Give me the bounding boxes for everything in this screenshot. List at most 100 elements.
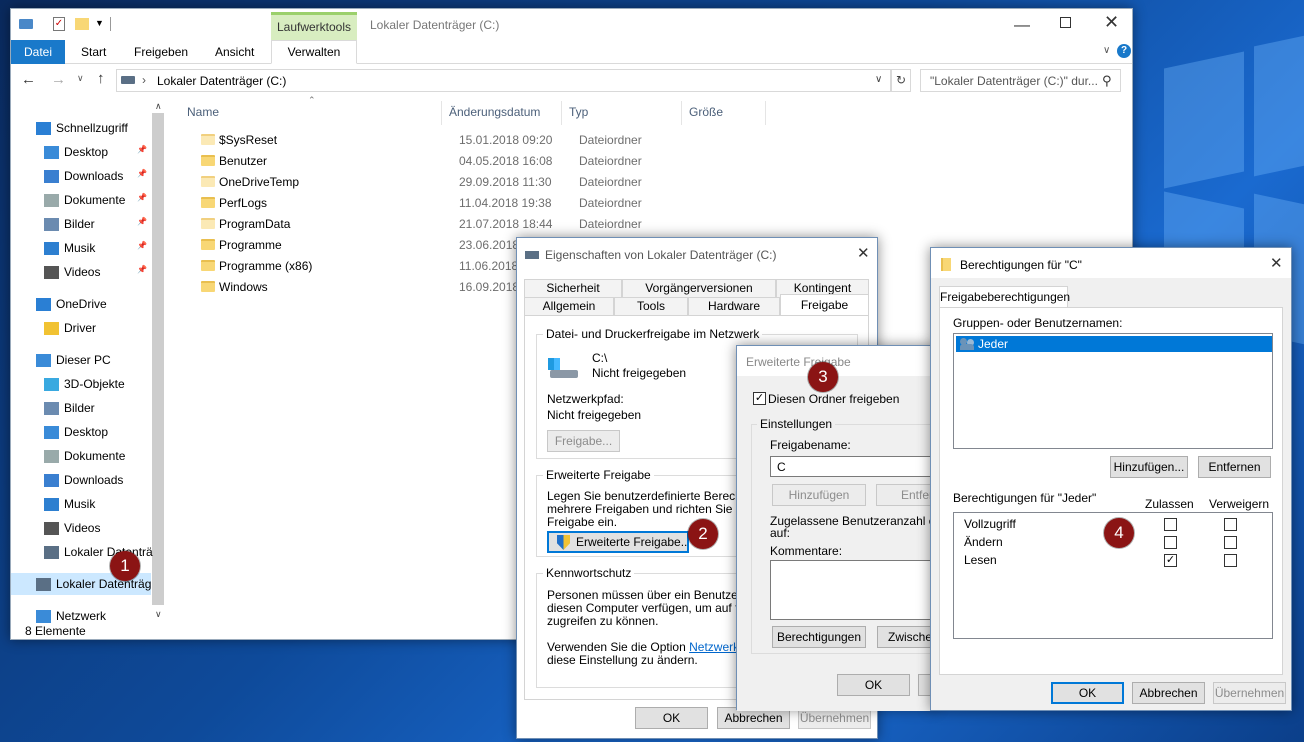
breadcrumb[interactable]: Lokaler Datenträger (C:) <box>157 74 286 88</box>
tab-verwalten[interactable]: Verwalten <box>271 40 357 64</box>
back-arrow-icon[interactable]: ← <box>21 71 36 88</box>
maximize-button[interactable] <box>1060 17 1071 28</box>
address-dropdown-icon[interactable]: ∨ <box>875 74 882 85</box>
nav-label: Dokumente <box>64 193 126 207</box>
help-icon[interactable]: ? <box>1117 44 1131 58</box>
pin-icon[interactable]: 📌 <box>137 217 147 226</box>
close-button[interactable]: ✕ <box>857 244 870 262</box>
nav-pc-item[interactable]: Downloads <box>11 469 151 491</box>
up-arrow-icon[interactable]: ↑ <box>97 70 105 87</box>
nav-pc-item[interactable]: 3D-Objekte <box>11 373 151 395</box>
nav-scrollbar[interactable] <box>152 113 164 605</box>
sharename-input[interactable]: C <box>770 456 940 477</box>
add-button[interactable]: Hinzufügen <box>772 484 866 506</box>
minimize-button[interactable]: — <box>1014 17 1030 34</box>
step-badge-3: 3 <box>808 362 838 392</box>
nav-label: Downloads <box>64 169 124 183</box>
window-title: Lokaler Datenträger (C:) <box>370 18 500 32</box>
column-size[interactable]: Größe <box>689 105 723 119</box>
pin-icon[interactable]: 📌 <box>137 169 147 178</box>
ok-button[interactable]: OK <box>635 707 708 729</box>
pin-icon[interactable]: 📌 <box>137 265 147 274</box>
tab-freigeben[interactable]: Freigeben <box>134 45 188 59</box>
deny-checkbox[interactable] <box>1224 536 1237 549</box>
nav-scroll-up-icon[interactable]: ∧ <box>155 101 162 112</box>
tab-vorgaengerversionen[interactable]: Vorgängerversionen <box>622 279 776 297</box>
deny-checkbox[interactable] <box>1224 518 1237 531</box>
apply-button[interactable]: Übernehmen <box>1213 682 1286 704</box>
ok-button[interactable]: OK <box>1051 682 1124 704</box>
tab-datei[interactable]: Datei <box>11 40 65 64</box>
explorer-titlebar: ✓ ▼ Laufwerktools Lokaler Datenträger (C… <box>11 9 1132 40</box>
pin-icon[interactable]: 📌 <box>137 145 147 154</box>
nav-item-bilder[interactable]: Bilder 📌 <box>11 213 151 235</box>
comment-input[interactable] <box>770 560 940 620</box>
windows-logo-icon <box>548 358 560 370</box>
search-input[interactable]: "Lokaler Datenträger (C:)" dur... ⚲ <box>920 69 1121 92</box>
allow-checkbox[interactable] <box>1164 536 1177 549</box>
advanced-share-button[interactable]: Erweiterte Freigabe... <box>547 531 689 553</box>
cancel-button[interactable]: Abbrechen <box>1132 682 1205 704</box>
nav-item-driver[interactable]: Driver <box>11 317 151 339</box>
nav-scroll-down-icon[interactable]: ∨ <box>155 609 162 620</box>
nav-label: Lokaler Datenträg <box>56 577 152 591</box>
pin-icon[interactable]: 📌 <box>137 193 147 202</box>
nav-list: Schnellzugriff Desktop 📌 Downloads 📌 Dokument… <box>11 99 153 629</box>
share-folder-checkbox[interactable]: ✓ <box>753 392 766 405</box>
tab-start[interactable]: Start <box>81 45 106 59</box>
nav-pc-item[interactable]: Desktop <box>11 421 151 443</box>
file-date: 15.01.2018 09:20 <box>459 133 553 147</box>
table-row[interactable]: PerfLogs 11.04.2018 19:38 Dateiordner <box>181 193 881 214</box>
nav-quick-access[interactable]: Schnellzugriff <box>11 117 151 139</box>
nav-onedrive[interactable]: OneDrive <box>11 293 151 315</box>
recent-chevron-icon[interactable]: ∨ <box>77 73 84 84</box>
dialog-title: Erweiterte Freigabe <box>746 355 851 369</box>
pin-icon[interactable]: 📌 <box>137 241 147 250</box>
allow-checkbox[interactable]: ✓ <box>1164 554 1177 567</box>
table-row[interactable]: ProgramData 21.07.2018 18:44 Dateiordner <box>181 214 881 235</box>
tab-ansicht[interactable]: Ansicht <box>215 45 254 59</box>
deny-checkbox[interactable] <box>1224 554 1237 567</box>
nav-item-dokumente[interactable]: Dokumente 📌 <box>11 189 151 211</box>
file-date: 04.05.2018 16:08 <box>459 154 553 168</box>
ok-button[interactable]: OK <box>837 674 910 696</box>
nav-this-pc[interactable]: Dieser PC <box>11 349 151 371</box>
sharename-value: C <box>777 460 786 474</box>
allow-checkbox[interactable] <box>1164 518 1177 531</box>
address-bar[interactable]: › Lokaler Datenträger (C:) ∨ <box>116 69 891 92</box>
new-folder-icon[interactable] <box>75 18 89 30</box>
refresh-icon[interactable]: ↻ <box>891 69 911 92</box>
share-button[interactable]: Freigabe... <box>547 430 620 452</box>
table-row[interactable]: OneDriveTemp 29.09.2018 11:30 Dateiordner <box>181 172 881 193</box>
nav-item-downloads[interactable]: Downloads 📌 <box>11 165 151 187</box>
tab-hardware[interactable]: Hardware <box>688 297 780 315</box>
tab-sicherheit[interactable]: Sicherheit <box>524 279 622 297</box>
table-row[interactable]: Benutzer 04.05.2018 16:08 Dateiordner <box>181 151 881 172</box>
chevron-down-icon[interactable]: ▼ <box>95 18 104 28</box>
permissions-button[interactable]: Berechtigungen <box>772 626 866 648</box>
folder-icon <box>201 155 215 166</box>
properties-icon[interactable]: ✓ <box>53 17 65 31</box>
column-date[interactable]: Änderungsdatum <box>449 105 540 119</box>
nav-item-musik[interactable]: Musik 📌 <box>11 237 151 259</box>
nav-pc-item[interactable]: Dokumente <box>11 445 151 467</box>
tab-freigabe[interactable]: Freigabe <box>780 294 869 316</box>
column-type[interactable]: Typ <box>569 105 588 119</box>
tab-allgemein[interactable]: Allgemein <box>524 297 614 315</box>
close-button[interactable]: ✕ <box>1104 12 1119 33</box>
tab-tools[interactable]: Tools <box>614 297 688 315</box>
nav-label: Musik <box>64 497 96 511</box>
column-name[interactable]: Name <box>187 105 219 119</box>
nav-pc-item[interactable]: Bilder <box>11 397 151 419</box>
search-icon[interactable]: ⚲ <box>1102 73 1112 89</box>
forward-arrow-icon[interactable]: → <box>51 71 66 88</box>
table-row[interactable]: $SysReset 15.01.2018 09:20 Dateiordner <box>181 130 881 151</box>
nav-pc-item[interactable]: Videos <box>11 517 151 539</box>
address-row: ← → ∨ ↑ › Lokaler Datenträger (C:) ∨ ↻ "… <box>11 65 1132 97</box>
nav-item-videos[interactable]: Videos 📌 <box>11 261 151 283</box>
user-limit-label: auf: <box>770 526 791 540</box>
nav-pc-item[interactable]: Musik <box>11 493 151 515</box>
nav-label: Bilder <box>64 401 95 415</box>
ribbon-expand-icon[interactable]: ∨ <box>1103 45 1110 56</box>
nav-item-desktop[interactable]: Desktop 📌 <box>11 141 151 163</box>
